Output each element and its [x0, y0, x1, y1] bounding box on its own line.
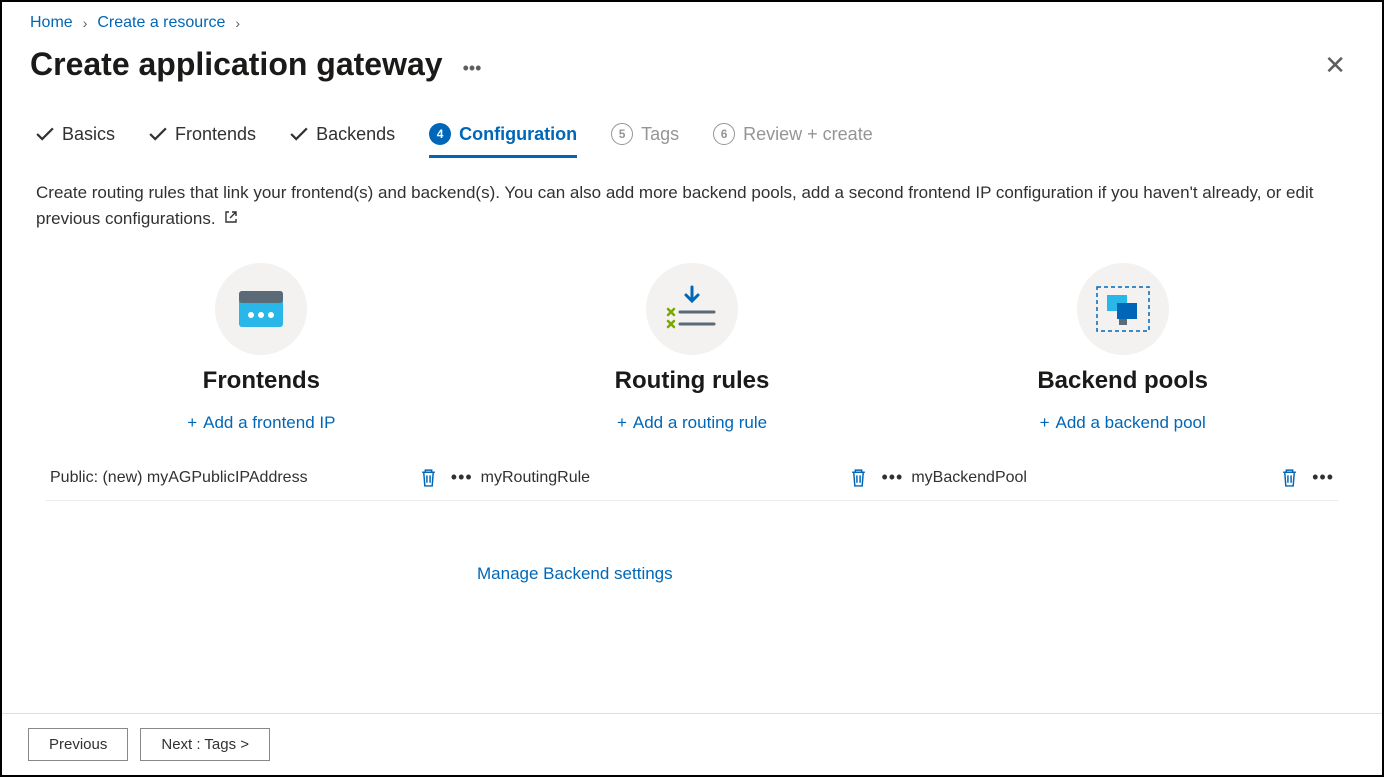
add-frontend-ip-button[interactable]: + Add a frontend IP	[187, 413, 335, 433]
check-icon	[36, 127, 54, 141]
delete-icon[interactable]	[1281, 468, 1298, 487]
check-icon	[290, 127, 308, 141]
frontend-item-row: Public: (new) myAGPublicIPAddress •••	[46, 457, 477, 501]
chevron-right-icon: ›	[83, 15, 88, 31]
routing-rules-title: Routing rules	[615, 367, 770, 395]
routing-rule-item-label[interactable]: myRoutingRule	[481, 469, 851, 487]
breadcrumb-create-resource[interactable]: Create a resource	[97, 14, 225, 32]
tab-tags[interactable]: 5 Tags	[611, 115, 679, 158]
routing-rule-item-row: myRoutingRule •••	[477, 457, 908, 501]
more-icon[interactable]: •••	[1312, 467, 1334, 488]
chevron-right-icon: ›	[235, 15, 240, 31]
more-icon[interactable]: •••	[881, 467, 903, 488]
step-number-badge: 6	[713, 123, 735, 145]
step-number-badge: 5	[611, 123, 633, 145]
breadcrumb: Home › Create a resource ›	[2, 2, 1382, 36]
plus-icon: +	[617, 413, 627, 433]
plus-icon: +	[187, 413, 197, 433]
backend-pool-item-label[interactable]: myBackendPool	[911, 469, 1281, 487]
page-title: Create application gateway	[30, 46, 443, 83]
frontends-title: Frontends	[203, 367, 320, 395]
breadcrumb-home[interactable]: Home	[30, 14, 73, 32]
routing-rules-icon	[646, 263, 738, 355]
plus-icon: +	[1040, 413, 1050, 433]
delete-icon[interactable]	[850, 468, 867, 487]
frontends-column: Frontends + Add a frontend IP Public: (n…	[46, 263, 477, 501]
previous-button[interactable]: Previous	[28, 728, 128, 761]
backend-pools-title: Backend pools	[1037, 367, 1208, 395]
external-link-icon[interactable]	[224, 206, 238, 232]
check-icon	[149, 127, 167, 141]
next-button[interactable]: Next : Tags >	[140, 728, 270, 761]
add-routing-rule-button[interactable]: + Add a routing rule	[617, 413, 767, 433]
tab-configuration[interactable]: 4 Configuration	[429, 115, 577, 158]
description-text: Create routing rules that link your fron…	[2, 158, 1362, 231]
more-icon[interactable]: •••	[463, 58, 482, 79]
routing-rules-column: Routing rules + Add a routing rule myRou…	[477, 263, 908, 501]
delete-icon[interactable]	[420, 468, 437, 487]
frontends-icon	[215, 263, 307, 355]
close-button[interactable]: ✕	[1316, 46, 1354, 85]
tab-basics[interactable]: Basics	[36, 116, 115, 158]
more-icon[interactable]: •••	[451, 467, 473, 488]
wizard-tabs: Basics Frontends Backends 4 Configuratio…	[2, 115, 1382, 158]
tab-backends[interactable]: Backends	[290, 116, 395, 158]
backend-pools-icon	[1077, 263, 1169, 355]
add-backend-pool-button[interactable]: + Add a backend pool	[1040, 413, 1206, 433]
tab-review-create[interactable]: 6 Review + create	[713, 115, 873, 158]
manage-backend-settings-link[interactable]: Manage Backend settings	[477, 564, 673, 584]
frontend-item-label[interactable]: Public: (new) myAGPublicIPAddress	[50, 469, 420, 487]
step-number-badge: 4	[429, 123, 451, 145]
wizard-footer: Previous Next : Tags >	[2, 713, 1382, 775]
tab-frontends[interactable]: Frontends	[149, 116, 256, 158]
backend-pools-column: Backend pools + Add a backend pool myBac…	[907, 263, 1338, 501]
backend-pool-item-row: myBackendPool •••	[907, 457, 1338, 501]
